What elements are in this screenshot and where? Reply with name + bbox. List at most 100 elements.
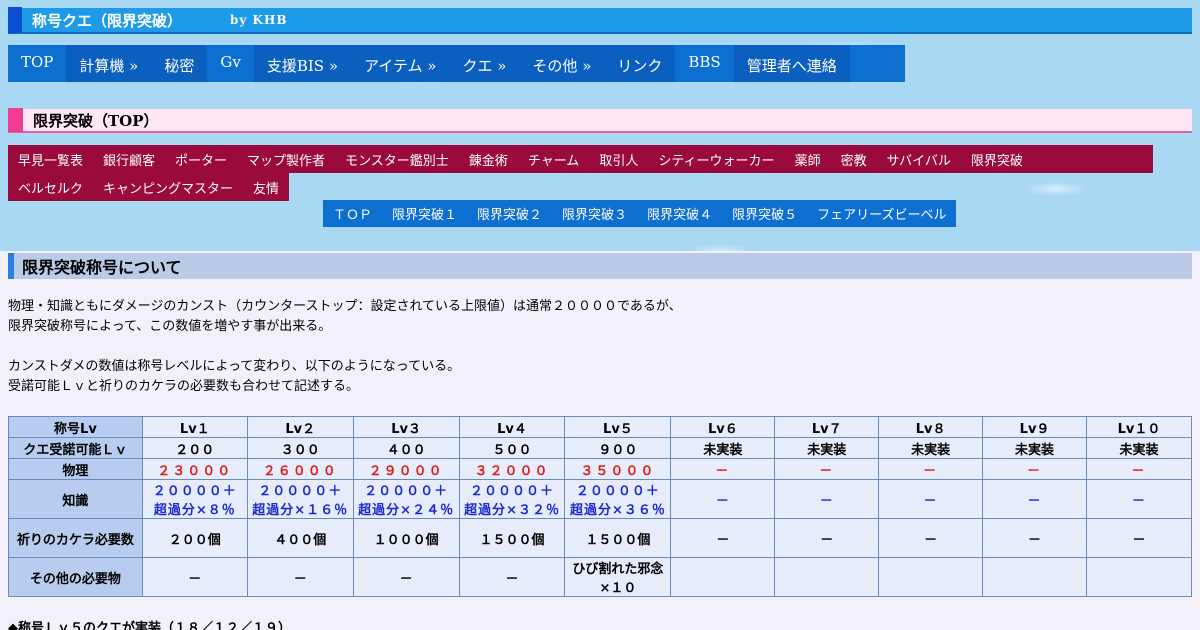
main-content: 限界突破称号について 物理・知識ともにダメージのカンスト（カウンターストップ：設… [0,251,1200,630]
other-cell [878,557,984,597]
row-label-prayer-fragments: 祈りのカケラ必要数 [8,518,143,558]
table-row: 知識 ２００００＋ 超過分×８％ ２００００＋ 超過分×１６％ ２００００＋ 超過分×… [8,479,1192,519]
subnav-limit-break[interactable]: 限界突破 [961,145,1033,173]
intro-line-1: 物理・知識ともにダメージのカンスト（カウンターストップ：設定されている上限値）は… [8,299,682,314]
subnav-friendship[interactable]: 友情 [243,173,289,201]
nav-other[interactable]: その他 » [519,45,605,82]
prayer-cell: １５００個 [458,518,566,558]
subnav-quick-list[interactable]: 早見一覧表 [8,145,93,173]
site-header: 称号クエ（限界突破） by KHB [8,7,1192,34]
tab-limit-break-4[interactable]: 限界突破４ [637,200,722,227]
level-cell: Lv８ [878,416,984,438]
knowledge-cell: － [774,479,880,519]
nav-support-bis[interactable]: 支援BIS » [253,45,352,82]
limit-break-table: 称号Lv Lv１ Lv２ Lv３ Lv４ Lv５ Lv６ Lv７ Lv８ Lv９… [8,416,1192,597]
row-label-knowledge: 知識 [8,479,143,519]
knowledge-cell: ２００００＋ 超過分×１６％ [246,479,354,519]
subnav-alchemy[interactable]: 錬金術 [459,145,518,173]
prayer-cell: １０００個 [352,518,460,558]
accept-cell: ５００ [458,437,566,459]
other-cell: － [246,557,354,597]
physical-cell: － [982,458,1088,480]
physical-cell: ２９０００ [352,458,460,480]
subnav-monster-appraiser[interactable]: モンスター鑑別士 [335,145,459,173]
subnav-esoteric[interactable]: 密教 [831,145,877,173]
subnav-charm[interactable]: チャーム [518,145,589,173]
prayer-cell: １５００個 [564,518,672,558]
subnav-city-walker[interactable]: シティーウォーカー [648,145,784,173]
section-title: 限界突破（TOP） [33,111,159,130]
physical-cell: － [670,458,776,480]
other-cell [982,557,1088,597]
physical-cell: － [774,458,880,480]
accept-cell: 未実装 [670,437,776,459]
prayer-cell: － [670,518,776,558]
tab-limit-break-2[interactable]: 限界突破２ [467,200,552,227]
nav-items[interactable]: アイテム » [351,45,450,82]
intro-line-4: 受諾可能Ｌｖと祈りのカケラの必要数も合わせて記述する。 [8,379,360,394]
site-title: 称号クエ（限界突破） [32,11,183,30]
nav-top[interactable]: TOP [8,45,67,78]
accept-cell: ９００ [564,437,672,459]
site-byline: by KHB [230,13,288,27]
table-row: 称号Lv Lv１ Lv２ Lv３ Lv４ Lv５ Lv６ Lv７ Lv８ Lv９… [8,416,1192,438]
nav-bbs[interactable]: BBS [675,45,734,78]
accept-cell: ３００ [246,437,354,459]
level-cell: Lv５ [564,416,672,438]
physical-cell: ３５０００ [564,458,672,480]
subnav-bank-customer[interactable]: 銀行顧客 [93,145,165,173]
level-cell: Lv２ [246,416,354,438]
row-label-physical: 物理 [8,458,143,480]
prayer-cell: ４００個 [246,518,354,558]
section-title-bar: 限界突破（TOP） [8,108,1192,133]
nav-quests[interactable]: クエ » [449,45,520,82]
tab-top[interactable]: ＴＯＰ [323,200,382,227]
subnav-map-maker[interactable]: マップ製作者 [237,145,335,173]
accept-cell: 未実装 [1086,437,1192,459]
header-accent [8,7,22,33]
accept-cell: ４００ [352,437,460,459]
accept-cell: 未実装 [982,437,1088,459]
knowledge-cell: － [670,479,776,519]
level-cell: Lv４ [458,416,566,438]
physical-cell: － [1086,458,1192,480]
other-cell: － [352,557,460,597]
subnav-camping-master[interactable]: キャンピングマスター [93,173,243,201]
knowledge-cell: ２００００＋ 超過分×３２％ [458,479,566,519]
other-cell: － [141,557,248,597]
physical-cell: ２６０００ [246,458,354,480]
accept-cell: ２００ [141,437,248,459]
intro-line-3: カンストダメの数値は称号レベルによって変わり、以下のようになっている。 [8,359,461,374]
tab-fairies-bebel[interactable]: フェアリーズビーベル [807,200,956,227]
knowledge-cell: － [878,479,984,519]
subnav-trader[interactable]: 取引人 [589,145,648,173]
subnav-berserk[interactable]: ベルセルク [8,173,93,201]
tab-limit-break-3[interactable]: 限界突破３ [552,200,637,227]
intro-line-2: 限界突破称号によって、この数値を増やす事が出来る。 [8,319,332,334]
nav-contact-admin[interactable]: 管理者へ連絡 [733,45,850,82]
subnav-porter[interactable]: ポーター [165,145,237,173]
other-cell [774,557,880,597]
main-nav: TOP 計算機 » 秘密 Gv 支援BIS » アイテム » クエ » その他 … [8,45,905,82]
physical-cell: ３２０００ [458,458,566,480]
other-cell: ひび割れた邪念×１０ [564,557,672,597]
table-row: その他の必要物 － － － － ひび割れた邪念×１０ [8,557,1192,597]
table-row: 祈りのカケラ必要数 ２００個 ４００個 １０００個 １５００個 １５００個 － … [8,518,1192,558]
content-heading: 限界突破称号について [8,253,1192,279]
nav-calculator[interactable]: 計算機 » [66,45,152,82]
other-cell: － [458,557,566,597]
knowledge-cell: ２００００＋ 超過分×２４％ [352,479,460,519]
accept-cell: 未実装 [774,437,880,459]
tab-limit-break-1[interactable]: 限界突破１ [382,200,467,227]
tab-limit-break-5[interactable]: 限界突破５ [722,200,807,227]
nav-links[interactable]: リンク [604,45,676,82]
nav-secret[interactable]: 秘密 [151,45,208,82]
subnav-survival[interactable]: サバイバル [877,145,961,173]
level-cell: Lv１ [141,416,248,438]
prayer-cell: － [982,518,1088,558]
level-cell: Lv７ [774,416,880,438]
table-row: クエ受諾可能Ｌｖ ２００ ３００ ４００ ５００ ９００ 未実装 未実装 未実装… [8,437,1192,459]
subnav-pharmacist[interactable]: 薬師 [785,145,831,173]
nav-gv[interactable]: Gv [207,45,254,78]
other-cell [670,557,776,597]
